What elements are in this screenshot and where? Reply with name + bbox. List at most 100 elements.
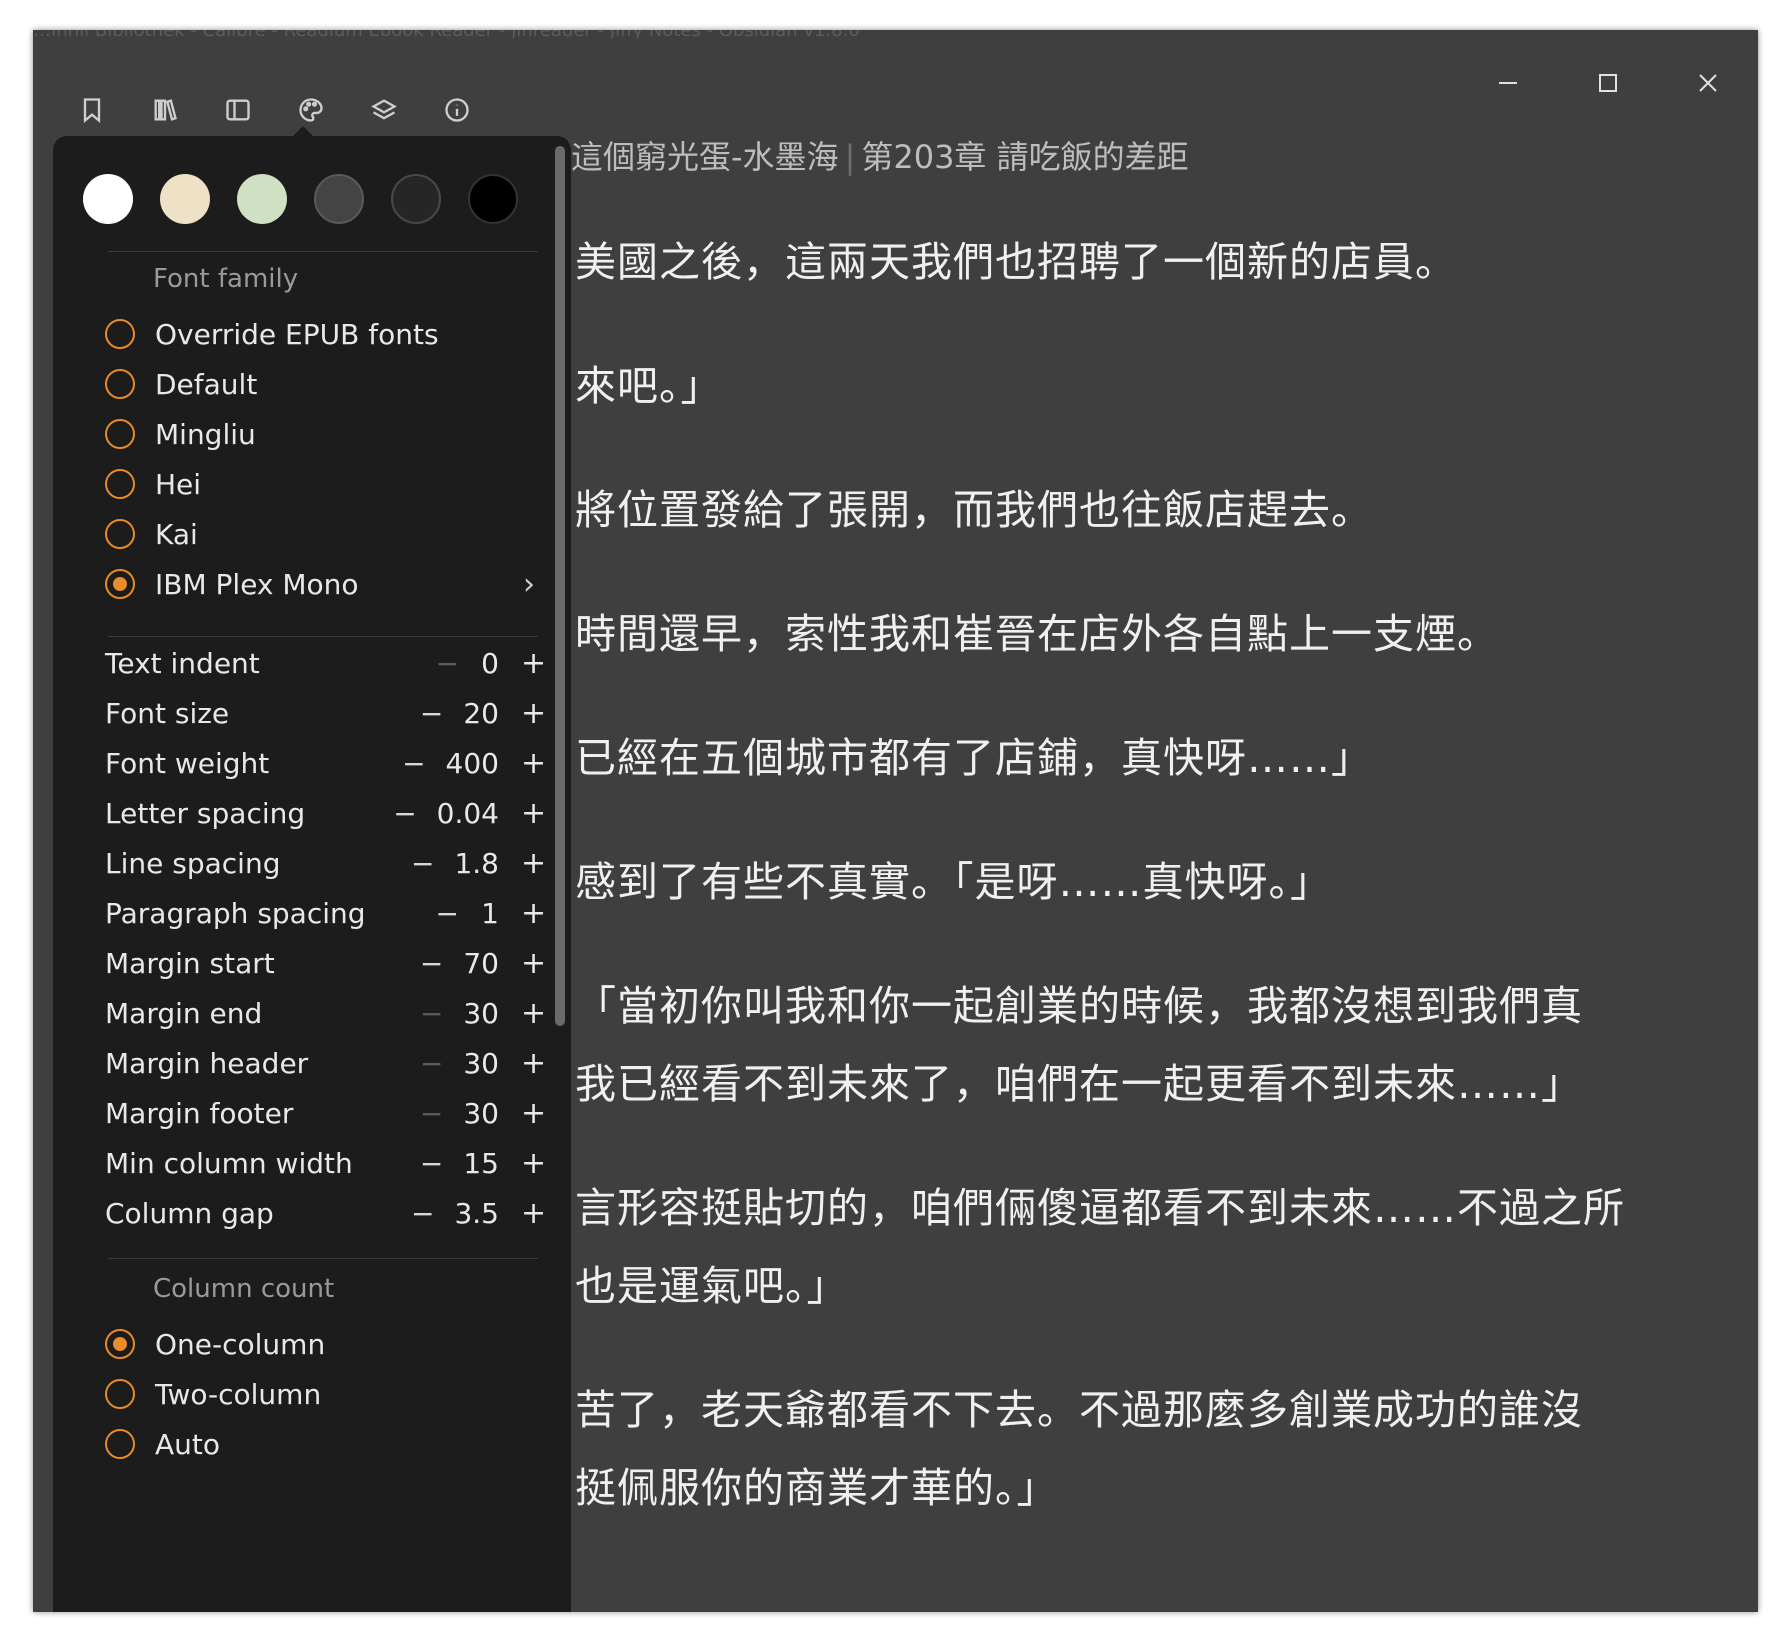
decrement-button[interactable]: − xyxy=(420,1097,443,1130)
setting-margin-header: Margin header − 30 + xyxy=(105,1041,546,1085)
radio-button-selected xyxy=(105,1329,135,1359)
radio-button-selected xyxy=(105,569,135,599)
app-window: …Inhil Bibliothek - Calibre - Readium Eb… xyxy=(33,30,1758,1612)
appearance-button[interactable] xyxy=(292,91,330,129)
theme-swatch-dark[interactable] xyxy=(391,174,441,224)
theme-swatch-white[interactable] xyxy=(83,174,133,224)
panel-scrollbar[interactable] xyxy=(555,146,565,1026)
setting-value: 20 xyxy=(463,696,499,730)
increment-button[interactable]: + xyxy=(521,846,546,881)
chapter-title: 第203章 請吃飯的差距 xyxy=(861,138,1189,176)
increment-button[interactable]: + xyxy=(521,1046,546,1081)
decrement-button[interactable]: − xyxy=(420,997,443,1030)
bookmark-icon xyxy=(83,98,101,123)
setting-value: 3.5 xyxy=(454,1196,499,1230)
theme-swatch-sepia[interactable] xyxy=(160,174,210,224)
increment-button[interactable]: + xyxy=(521,1196,546,1231)
theme-swatch-green[interactable] xyxy=(237,174,287,224)
paragraph: 「當初你叫我和你一起創業的時候，我都沒想到我們真 xyxy=(575,982,1583,1030)
palette-icon xyxy=(299,98,323,122)
decrement-button[interactable]: − xyxy=(402,747,425,780)
paragraph: 也是運氣吧。」 xyxy=(575,1262,849,1310)
increment-button[interactable]: + xyxy=(521,1146,546,1181)
font-option-override[interactable]: Override EPUB fonts xyxy=(105,312,545,356)
decrement-button[interactable]: − xyxy=(436,647,459,680)
increment-button[interactable]: + xyxy=(521,746,546,781)
decrement-button[interactable]: − xyxy=(420,1147,443,1180)
layers-icon xyxy=(371,99,397,120)
divider xyxy=(108,1258,538,1259)
decrement-button[interactable]: − xyxy=(420,697,443,730)
decrement-button[interactable]: − xyxy=(411,1197,434,1230)
font-option-hei[interactable]: Hei xyxy=(105,462,545,506)
paragraph: 已經在五個城市都有了店鋪，真快呀……」 xyxy=(575,734,1373,782)
radio-button xyxy=(105,369,135,399)
radio-dot xyxy=(113,577,127,591)
paragraph: 來吧。」 xyxy=(575,362,723,410)
font-option-ibm-plex-mono[interactable]: IBM Plex Mono › xyxy=(105,562,545,606)
setting-value: 70 xyxy=(463,946,499,980)
setting-margin-footer: Margin footer − 30 + xyxy=(105,1091,546,1135)
font-option-label: Override EPUB fonts xyxy=(155,317,439,351)
increment-button[interactable]: + xyxy=(521,796,546,831)
divider xyxy=(108,636,538,637)
decrement-button[interactable]: − xyxy=(420,947,443,980)
stepper: − 0.04 + xyxy=(393,796,546,831)
stepper: − 30 + xyxy=(420,1096,546,1131)
setting-value: 400 xyxy=(445,746,499,780)
setting-min-column-width: Min column width − 15 + xyxy=(105,1141,546,1185)
info-button[interactable] xyxy=(438,91,476,129)
setting-margin-start: Margin start − 70 + xyxy=(105,941,546,985)
decrement-button[interactable]: − xyxy=(436,897,459,930)
increment-button[interactable]: + xyxy=(521,996,546,1031)
setting-value: 15 xyxy=(463,1146,499,1180)
divider xyxy=(108,251,538,252)
font-option-label: Hei xyxy=(155,467,202,501)
radio-dot xyxy=(113,1337,127,1351)
font-option-kai[interactable]: Kai xyxy=(105,512,545,556)
stepper: − 30 + xyxy=(420,1046,546,1081)
column-option-label: Auto xyxy=(155,1427,221,1461)
font-option-label: IBM Plex Mono xyxy=(155,567,359,601)
paragraph: 感到了有些不真實。「是呀……真快呀。」 xyxy=(575,858,1332,906)
setting-letter-spacing: Letter spacing − 0.04 + xyxy=(105,791,546,835)
font-option-label: Default xyxy=(155,367,258,401)
setting-value: 30 xyxy=(463,1046,499,1080)
info-icon xyxy=(445,98,469,122)
setting-value: 1 xyxy=(481,896,499,930)
increment-button[interactable]: + xyxy=(521,696,546,731)
chevron-right-icon[interactable]: › xyxy=(523,567,535,602)
radio-button xyxy=(105,319,135,349)
paragraph: 言形容挺貼切的，咱們倆傻逼都看不到未來……不過之所 xyxy=(575,1184,1625,1232)
font-option-mingliu[interactable]: Mingliu xyxy=(105,412,545,456)
font-option-default[interactable]: Default xyxy=(105,362,545,406)
paragraph: 苦了，老天爺都看不下去。不過那麼多創業成功的誰沒 xyxy=(575,1386,1583,1434)
column-option-label: Two-column xyxy=(155,1377,322,1411)
setting-value: 30 xyxy=(463,1096,499,1130)
decrement-button[interactable]: − xyxy=(393,797,416,830)
theme-swatch-gray[interactable] xyxy=(314,174,364,224)
layers-button[interactable] xyxy=(365,91,403,129)
increment-button[interactable]: + xyxy=(521,1096,546,1131)
setting-font-weight: Font weight − 400 + xyxy=(105,741,546,785)
increment-button[interactable]: + xyxy=(521,946,546,981)
sidebar-toggle-button[interactable] xyxy=(219,91,257,129)
increment-button[interactable]: + xyxy=(521,646,546,681)
header-separator: | xyxy=(844,138,856,176)
setting-font-size: Font size − 20 + xyxy=(105,691,546,735)
decrement-button[interactable]: − xyxy=(420,1047,443,1080)
bookmark-button[interactable] xyxy=(73,91,111,129)
setting-text-indent: Text indent − 0 + xyxy=(105,641,546,685)
stepper: − 1.8 + xyxy=(411,846,546,881)
stepper: − 3.5 + xyxy=(411,1196,546,1231)
setting-value: 1.8 xyxy=(454,846,499,880)
theme-swatch-black[interactable] xyxy=(468,174,518,224)
library-icon xyxy=(154,99,177,121)
decrement-button[interactable]: − xyxy=(411,847,434,880)
column-option-auto[interactable]: Auto xyxy=(105,1422,545,1466)
library-button[interactable] xyxy=(146,91,184,129)
column-option-one[interactable]: One-column xyxy=(105,1322,545,1366)
column-option-two[interactable]: Two-column xyxy=(105,1372,545,1416)
stepper: − 1 + xyxy=(436,896,547,931)
increment-button[interactable]: + xyxy=(521,896,546,931)
